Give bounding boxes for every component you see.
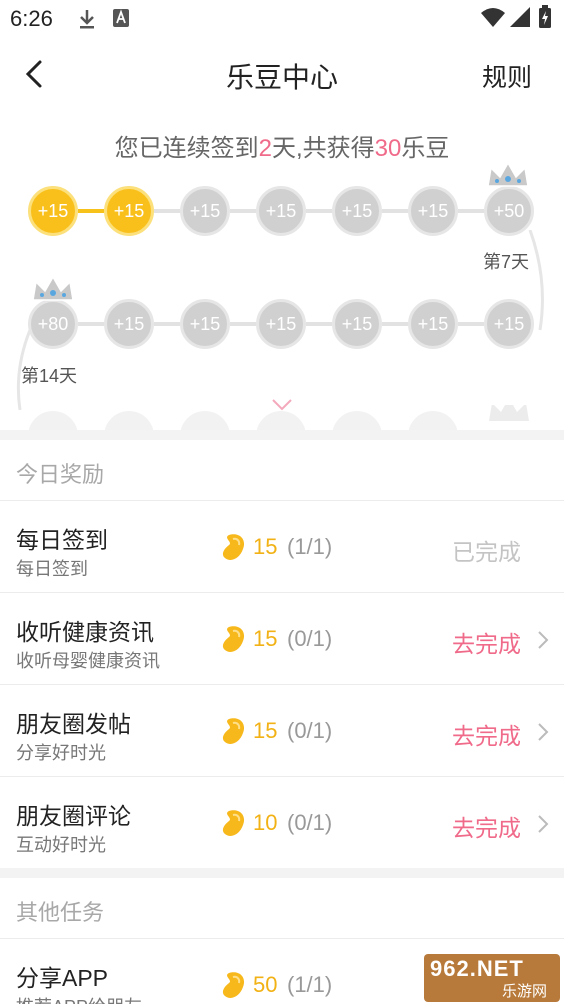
day-bubble: +80 [28, 299, 78, 349]
task-progress: (1/1) [287, 534, 333, 559]
track-connector [78, 209, 104, 213]
track-connector [230, 209, 256, 213]
chevron-right-icon [538, 723, 549, 741]
page-title: 乐豆中心 [225, 62, 338, 93]
bean-icon [222, 972, 245, 998]
task-reward: 15 [253, 626, 278, 651]
task-subtitle: 分享好时光 [16, 743, 106, 763]
chevron-right-icon [538, 815, 549, 833]
task-progress: (0/1) [287, 626, 333, 651]
streak-middle: 天,共获得 [271, 135, 375, 162]
day-bubble: +15 [484, 299, 534, 349]
track-connector [154, 322, 180, 326]
task-name: 朋友圈评论 [16, 803, 131, 829]
day-bubble: +15 [180, 186, 230, 236]
task-subtitle: 互动好时光 [16, 835, 106, 855]
task-name: 朋友圈发帖 [16, 711, 131, 737]
today-section-title: 今日奖励 [16, 462, 105, 487]
track-connector [458, 209, 484, 213]
watermark-logo: 962.NET 乐游网 [424, 954, 560, 1002]
section-divider-2 [0, 868, 564, 878]
day-bubble: +15 [408, 299, 458, 349]
wifi-icon [481, 8, 505, 27]
task-row[interactable]: 朋友圈评论互动好时光 10 (0/1) 去完成 [0, 776, 564, 868]
status-time: 6:26 [10, 6, 53, 31]
task-subtitle: 收听母婴健康资讯 [16, 651, 160, 671]
day-7-label: 第7天 [483, 252, 530, 272]
task-row[interactable]: 收听健康资讯收听母婴健康资讯 15 (0/1) 去完成 [0, 592, 564, 684]
download-icon [80, 10, 94, 29]
task-go-button[interactable]: 去完成 [452, 809, 521, 843]
task-reward: 10 [253, 810, 278, 835]
bean-icon [222, 626, 245, 652]
task-go-button[interactable]: 去完成 [452, 625, 521, 659]
task-reward: 50 [253, 972, 278, 997]
status-bar: 6:26 [0, 0, 564, 40]
crown-icon-14 [32, 275, 74, 301]
task-go-button[interactable]: 去完成 [452, 717, 521, 751]
task-subtitle: 推荐APP给朋友 [16, 993, 142, 1004]
task-progress: (1/1) [287, 972, 333, 997]
bean-icon [222, 534, 245, 560]
day-bubble: +15 [256, 186, 306, 236]
track-connector [306, 209, 332, 213]
day-bubble: +15 [28, 186, 78, 236]
day-bubble: +15 [180, 299, 230, 349]
other-section-title: 其他任务 [16, 900, 105, 925]
day-bubble: +50 [484, 186, 534, 236]
task-reward: 15 [253, 718, 278, 743]
day-bubble: +15 [256, 299, 306, 349]
rules-link[interactable]: 规则 [482, 58, 532, 94]
signal-icon [510, 7, 530, 27]
track-connector [458, 322, 484, 326]
section-divider [0, 430, 564, 440]
day-bubble: +15 [104, 299, 154, 349]
day-bubble: +15 [332, 299, 382, 349]
crown-icon [487, 161, 529, 187]
day-bubble: +15 [104, 186, 154, 236]
nav-bar: 乐豆中心 规则 [0, 40, 564, 114]
task-name: 收听健康资讯 [16, 619, 154, 645]
track-connector [382, 322, 408, 326]
chevron-right-icon [538, 631, 549, 649]
track-connector [230, 322, 256, 326]
task-row[interactable]: 每日签到 每日签到 15 (1/1) 已完成 [0, 500, 564, 592]
streak-summary: 您已连续签到2天,共获得30乐豆 [0, 128, 564, 163]
battery-icon [539, 5, 551, 28]
track-connector [78, 322, 104, 326]
faded-crown-icon [489, 405, 529, 421]
task-row[interactable]: 朋友圈发帖分享好时光 15 (0/1) 去完成 [0, 684, 564, 776]
streak-days: 2 [258, 135, 272, 162]
track-connector [306, 322, 332, 326]
task-subtitle: 每日签到 [16, 559, 88, 579]
track-connector [154, 209, 180, 213]
streak-beans: 30 [374, 135, 402, 162]
day-14-label: 第14天 [21, 366, 78, 386]
day-bubble: +15 [408, 186, 458, 236]
page: 6:26 乐豆中心 规则 您已连续签到2天,共获得30乐豆 +15 +15 +1… [0, 0, 564, 1004]
task-progress: (0/1) [287, 718, 333, 743]
bean-icon [222, 718, 245, 744]
watermark-top: 962.NET [430, 956, 524, 981]
streak-prefix: 您已连续签到 [114, 135, 259, 162]
watermark-bottom: 乐游网 [502, 983, 548, 1000]
track-connector [382, 209, 408, 213]
day-bubble: +15 [332, 186, 382, 236]
streak-suffix: 乐豆 [401, 135, 450, 162]
a-icon [113, 9, 129, 27]
task-reward: 15 [253, 534, 278, 559]
task-name: 每日签到 [16, 527, 108, 553]
task-completed-label: 已完成 [452, 539, 521, 565]
bean-icon [222, 810, 245, 836]
task-progress: (0/1) [287, 810, 333, 835]
task-name: 分享APP [16, 965, 109, 991]
